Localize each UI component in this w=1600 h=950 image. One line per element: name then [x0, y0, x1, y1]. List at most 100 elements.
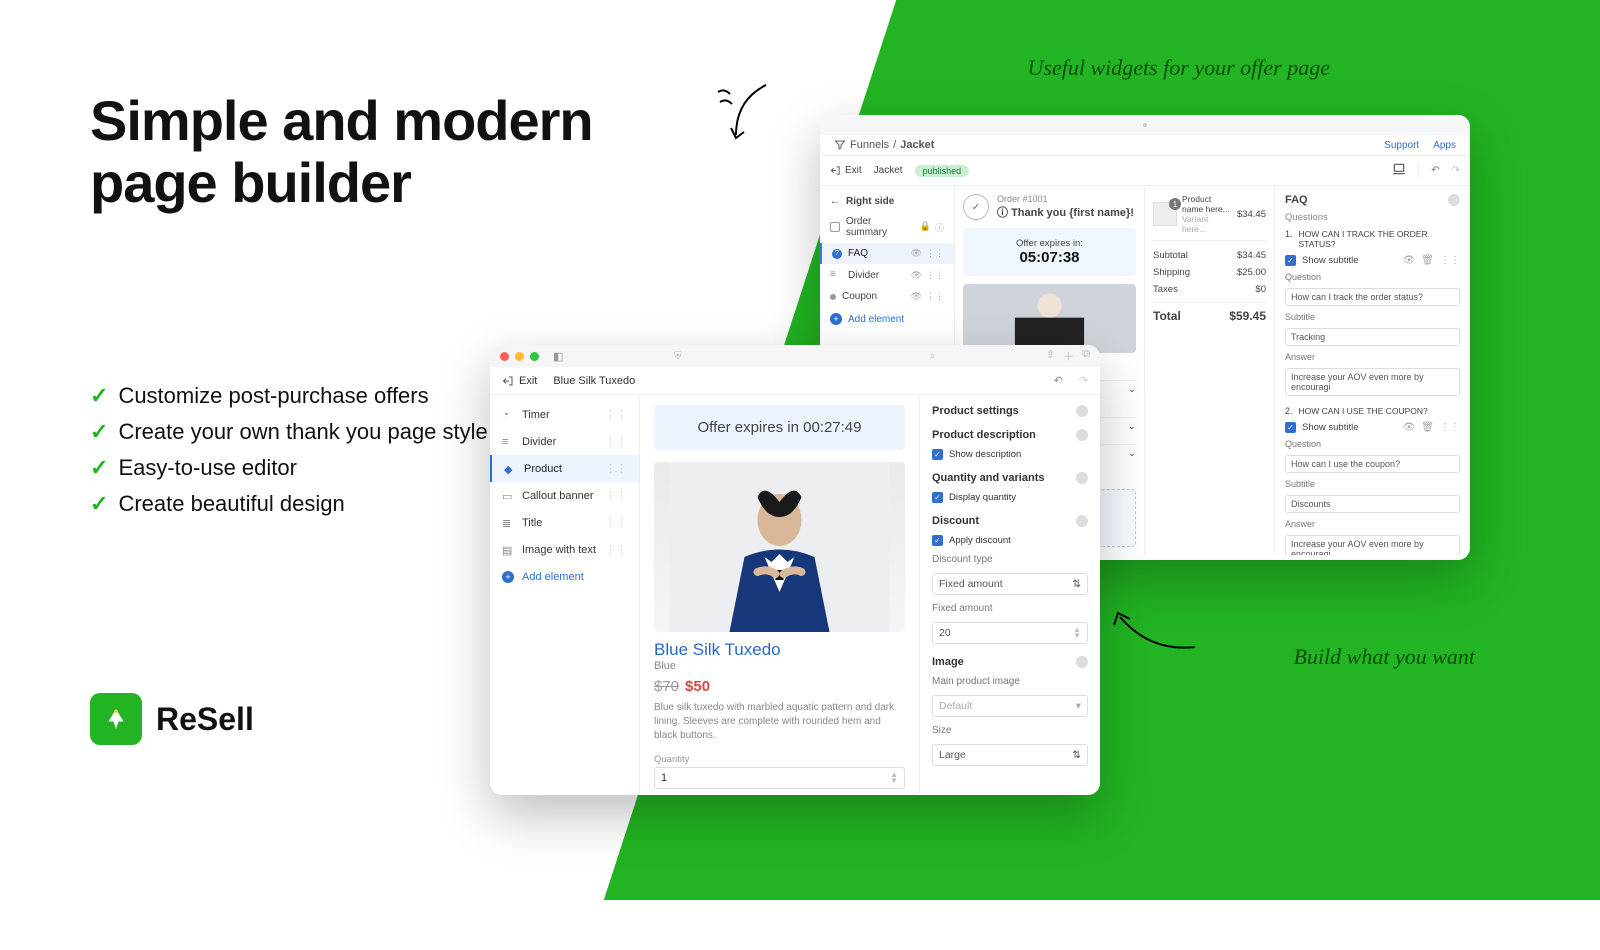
share-icon[interactable]: ⇪ — [1046, 348, 1055, 364]
drag-handle-icon[interactable]: ⋮⋮ — [1440, 255, 1460, 266]
sidebar-item-callout[interactable]: ▭Callout banner⋮⋮ — [490, 482, 639, 509]
question-input[interactable]: How can I track the order status? — [1285, 288, 1460, 306]
drag-handle-icon[interactable]: ⋮⋮ — [926, 248, 944, 259]
offer-timer-widget: Offer expires in: 05:07:38 — [963, 228, 1136, 276]
info-icon[interactable] — [1076, 472, 1088, 484]
checkbox-show-subtitle[interactable]: ✓ — [1285, 255, 1296, 266]
exit-button[interactable]: Exit — [502, 375, 537, 387]
checkbox-apply-discount[interactable]: ✓ — [932, 535, 943, 546]
answer-input[interactable]: Increase your AOV even more by encouragi — [1285, 535, 1460, 555]
sidebar-item-faq[interactable]: ?FAQ👁⋮⋮ — [820, 243, 954, 264]
trash-icon[interactable]: 🗑 — [1421, 255, 1434, 266]
quantity-stepper[interactable]: Quantity 1▲▼ — [654, 753, 905, 789]
eye-icon[interactable]: 👁 — [1403, 255, 1416, 266]
sidebar-item-title[interactable]: ≣Title⋮⋮ — [490, 509, 639, 536]
settings-panel: Product settings Product description ✓Sh… — [920, 395, 1100, 793]
stepper-icon[interactable]: ▲▼ — [1073, 627, 1081, 639]
info-icon[interactable] — [1076, 515, 1088, 527]
faq-setting-row: 1.HOW CAN I TRACK THE ORDER STATUS? — [1285, 229, 1460, 249]
traffic-max-icon[interactable] — [530, 352, 539, 361]
chevron-down-icon[interactable]: ⌄ — [1128, 384, 1136, 414]
checkbox-display-quantity[interactable]: ✓ — [932, 492, 943, 503]
product-price: $34.45 — [1237, 209, 1266, 220]
arrow-annotation-icon — [1110, 607, 1200, 665]
shield-icon: ⛨ — [674, 351, 682, 362]
size-select[interactable]: Large⇅ — [932, 744, 1088, 766]
eye-icon[interactable]: 👁 — [911, 270, 922, 281]
main-image-select[interactable]: Default▾ — [932, 695, 1088, 717]
info-icon[interactable] — [1076, 429, 1088, 441]
subtitle-input[interactable]: Tracking — [1285, 328, 1460, 346]
undo-button[interactable]: ↶ — [1431, 165, 1439, 176]
drag-handle-icon[interactable]: ⋮⋮ — [605, 489, 627, 502]
info-icon[interactable] — [1448, 194, 1460, 206]
annotation-bottom: Build what you want — [1294, 644, 1476, 670]
search-icon[interactable]: ⌕ — [930, 351, 936, 362]
checkbox-show-description[interactable]: ✓ — [932, 449, 943, 460]
support-link[interactable]: Support — [1384, 140, 1419, 151]
tabs-icon[interactable]: ⧉ — [1082, 348, 1090, 364]
order-summary-icon — [830, 222, 840, 232]
check-icon: ✓ — [90, 419, 108, 445]
drag-handle-icon[interactable]: ⋮⋮ — [926, 270, 944, 281]
document-title: Blue Silk Tuxedo — [553, 375, 635, 387]
fixed-amount-input[interactable]: 20▲▼ — [932, 622, 1088, 644]
redo-button[interactable]: ↷ — [1079, 374, 1088, 387]
traffic-min-icon[interactable] — [515, 352, 524, 361]
sidebar-item-timer[interactable]: ◔Timer⋮⋮ — [490, 401, 639, 428]
exit-button[interactable]: Exit — [830, 165, 862, 176]
discount-type-select[interactable]: Fixed amount⇅ — [932, 573, 1088, 595]
eye-icon[interactable]: 👁 — [911, 291, 922, 302]
answer-input[interactable]: Increase your AOV even more by encouragi — [1285, 368, 1460, 396]
image-text-icon: ▤ — [502, 544, 514, 556]
sidebar-toggle-icon[interactable]: ◧ — [553, 350, 563, 363]
annotation-top: Useful widgets for your offer page — [1028, 55, 1330, 81]
eye-icon[interactable]: 👁 — [1403, 422, 1416, 433]
sidebar-item-order-summary[interactable]: Order summary🔒ⓘ — [820, 211, 954, 243]
stepper-icon[interactable]: ▲▼ — [890, 772, 898, 784]
chevron-down-icon[interactable]: ⌄ — [1128, 421, 1136, 441]
drag-handle-icon[interactable]: ⋮⋮ — [605, 408, 627, 421]
apps-link[interactable]: Apps — [1433, 140, 1456, 151]
plus-icon: + — [502, 571, 514, 583]
drag-handle-icon[interactable]: ⋮⋮ — [605, 462, 627, 475]
sidebar-item-image-text[interactable]: ▤Image with text⋮⋮ — [490, 536, 639, 563]
info-icon[interactable] — [1076, 656, 1088, 668]
thank-you-text: ⓘ Thank you {first name}! — [997, 204, 1134, 220]
product-icon: ◆ — [504, 463, 516, 475]
undo-button[interactable]: ↶ — [1054, 374, 1063, 387]
new-tab-icon[interactable]: ＋ — [1063, 348, 1074, 364]
sidebar-item-coupon[interactable]: Coupon👁⋮⋮ — [820, 286, 954, 307]
benefit-item: Easy-to-use editor — [118, 455, 297, 481]
device-preview-button[interactable] — [1392, 162, 1406, 179]
questions-label: Questions — [1285, 212, 1460, 223]
drag-handle-icon[interactable]: ⋮⋮ — [1440, 422, 1460, 433]
product-name: Product name here... — [1182, 194, 1232, 214]
benefit-item: Create your own thank you page style — [118, 419, 487, 445]
sidebar-item-product[interactable]: ◆Product⋮⋮ — [490, 455, 639, 482]
add-element-button[interactable]: +Add element — [490, 563, 639, 591]
sidebar-item-divider[interactable]: ≡Divider👁⋮⋮ — [820, 264, 954, 286]
callout-icon: ▭ — [502, 490, 514, 502]
info-icon[interactable] — [1076, 405, 1088, 417]
breadcrumb-root[interactable]: Funnels — [850, 139, 889, 151]
trash-icon[interactable]: 🗑 — [1421, 422, 1434, 433]
subtitle-input[interactable]: Discounts — [1285, 495, 1460, 513]
funnel-name: Jacket — [874, 165, 903, 176]
question-input[interactable]: How can I use the coupon? — [1285, 455, 1460, 473]
drag-handle-icon[interactable]: ⋮⋮ — [605, 435, 627, 448]
sidebar-item-divider[interactable]: ≡Divider⋮⋮ — [490, 428, 639, 455]
eye-icon[interactable]: 👁 — [911, 248, 922, 259]
product-thumb — [1153, 202, 1177, 226]
breadcrumb-current: Jacket — [900, 139, 934, 151]
product-variant: Variant here... — [1182, 214, 1232, 234]
drag-handle-icon[interactable]: ⋮⋮ — [605, 543, 627, 556]
checkbox-show-subtitle[interactable]: ✓ — [1285, 422, 1296, 433]
chevron-down-icon[interactable]: ⌄ — [1128, 448, 1136, 478]
drag-handle-icon[interactable]: ⋮⋮ — [605, 516, 627, 529]
traffic-close-icon[interactable] — [500, 352, 509, 361]
add-element-button[interactable]: +Add element — [820, 307, 954, 331]
redo-button[interactable]: ↷ — [1452, 165, 1460, 176]
offer-time: 05:07:38 — [973, 249, 1126, 266]
drag-handle-icon[interactable]: ⋮⋮ — [926, 291, 944, 302]
